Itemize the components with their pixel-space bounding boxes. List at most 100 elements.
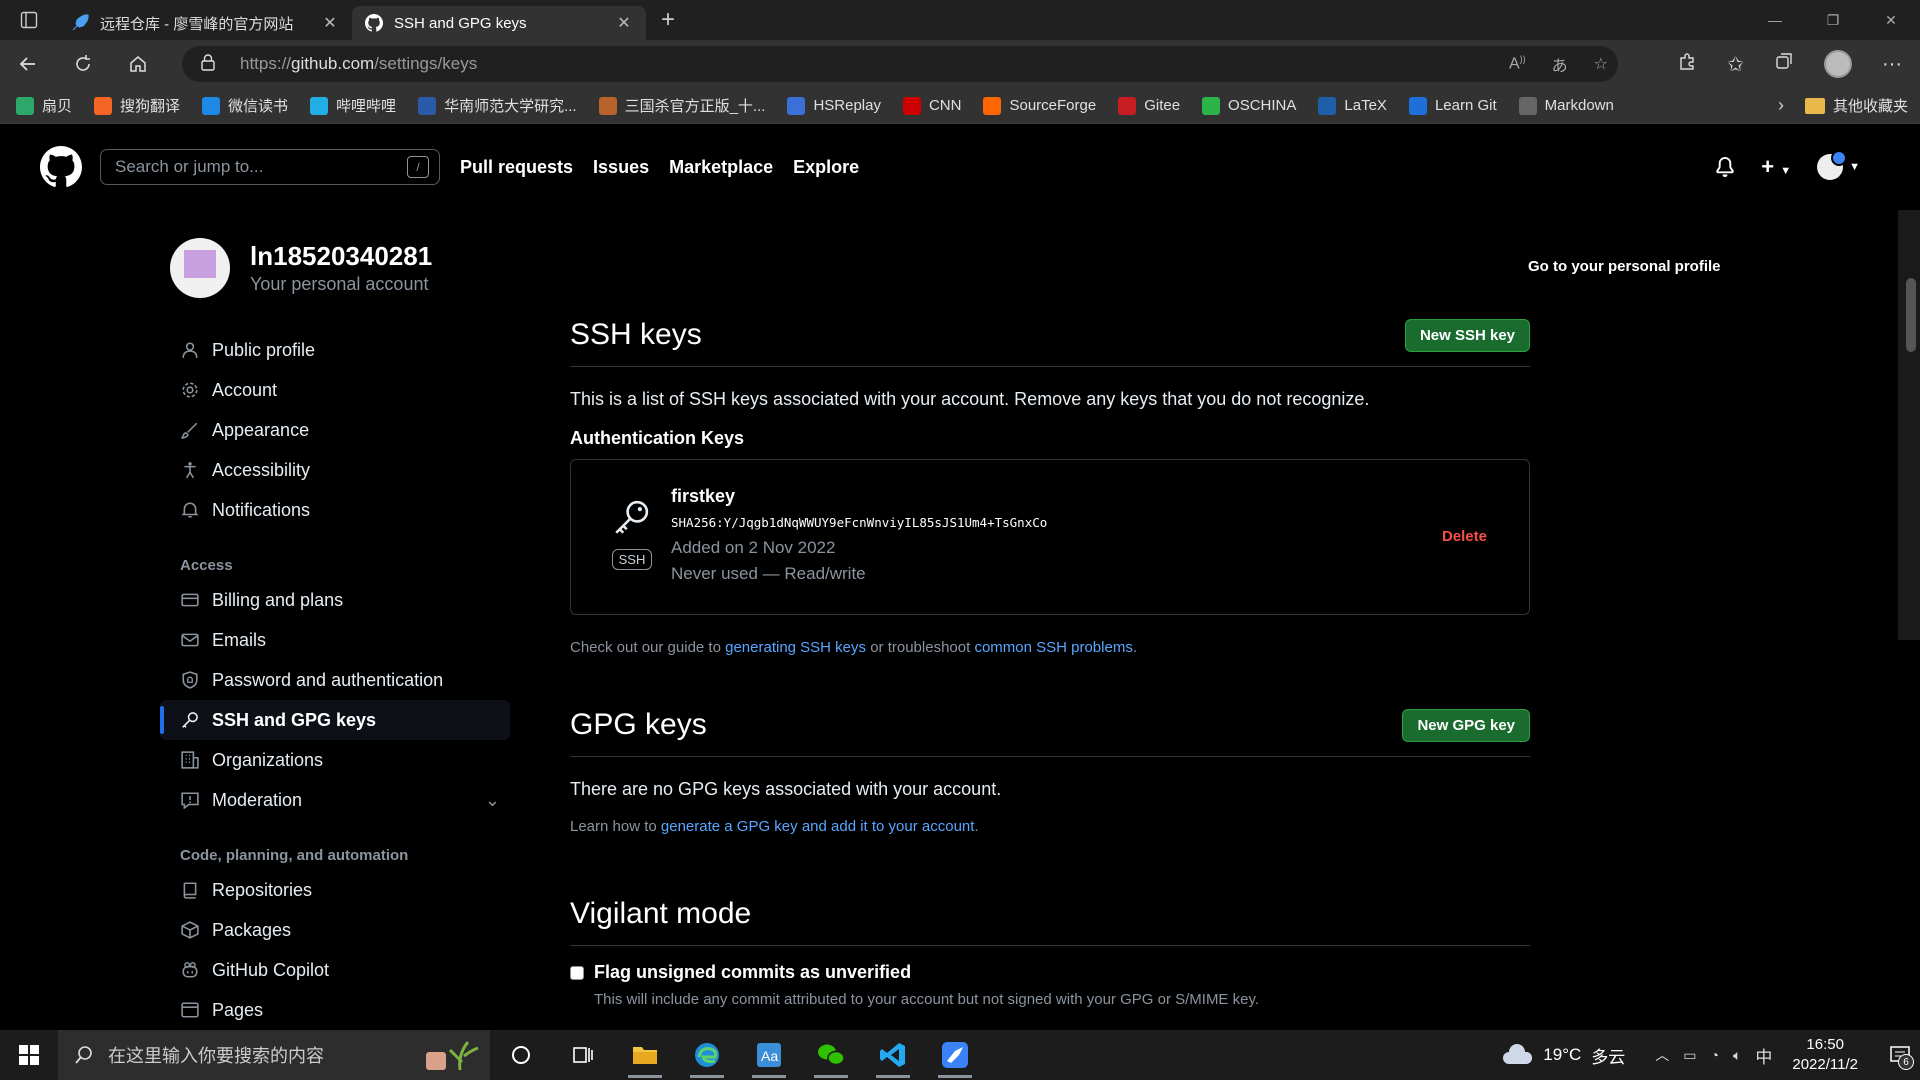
ime-indicator[interactable]: 中 bbox=[1755, 1043, 1772, 1068]
bookmark-favicon-icon bbox=[787, 96, 806, 115]
favorites-icon[interactable]: ✩ bbox=[1727, 52, 1744, 77]
sidebar-item-appearance[interactable]: Appearance bbox=[160, 410, 510, 450]
generate-gpg-key-link[interactable]: generate a GPG key and add it to your ac… bbox=[661, 818, 975, 835]
restore-button[interactable]: ❐ bbox=[1804, 0, 1862, 40]
other-bookmarks-folder[interactable]: 其他收藏夹 bbox=[1804, 95, 1908, 116]
notification-count-badge: 6 bbox=[1898, 1054, 1914, 1070]
minimize-button[interactable]: — bbox=[1746, 0, 1804, 40]
feishu-app-button[interactable] bbox=[924, 1030, 986, 1080]
new-ssh-key-button[interactable]: New SSH key bbox=[1404, 318, 1530, 352]
extensions-icon[interactable] bbox=[1677, 52, 1697, 77]
ssh-key-added-date: Added on 2 Nov 2022 bbox=[671, 538, 836, 557]
back-button[interactable] bbox=[0, 40, 55, 88]
sidebar-item-packages[interactable]: Packages bbox=[160, 910, 510, 950]
nav-explore[interactable]: Explore bbox=[793, 157, 859, 178]
chevron-up-icon[interactable]: ︿ bbox=[1655, 1045, 1669, 1065]
weather-widget[interactable]: 19°C 多云 bbox=[1501, 1043, 1625, 1068]
page-scrollbar-thumb[interactable] bbox=[1906, 278, 1916, 352]
sidebar-item-emails[interactable]: Emails bbox=[160, 620, 510, 660]
page-scrollbar[interactable] bbox=[1898, 210, 1920, 640]
profile-username[interactable]: ln18520340281 bbox=[250, 241, 432, 272]
bookmark-item[interactable]: 三国杀官方正版_十... bbox=[598, 95, 765, 116]
bookmark-item[interactable]: 哔哩哔哩 bbox=[310, 95, 396, 116]
sidebar-item-repositories[interactable]: Repositories bbox=[160, 870, 510, 910]
user-menu-button[interactable]: ▼ bbox=[1817, 150, 1860, 180]
nav-pull-requests[interactable]: Pull requests bbox=[460, 157, 573, 178]
common-ssh-problems-link[interactable]: common SSH problems bbox=[974, 639, 1132, 656]
bookmark-item[interactable]: 华南师范大学研究... bbox=[418, 95, 577, 116]
sidebar-item-pages[interactable]: Pages bbox=[160, 990, 510, 1030]
translate-icon[interactable]: あ bbox=[1552, 52, 1568, 76]
sidebar-item-password-and-authentication[interactable]: Password and authentication bbox=[160, 660, 510, 700]
bookmark-item[interactable]: CNN bbox=[902, 96, 961, 115]
go-to-personal-profile-button[interactable]: Go to your personal profile bbox=[1528, 258, 1721, 275]
new-tab-button[interactable]: + bbox=[646, 0, 690, 40]
new-gpg-key-button[interactable]: New GPG key bbox=[1402, 708, 1530, 742]
sidebar-item-ssh-and-gpg-keys[interactable]: SSH and GPG keys bbox=[160, 700, 510, 740]
cortana-button[interactable] bbox=[490, 1030, 552, 1080]
bookmark-item[interactable]: OSCHINA bbox=[1202, 96, 1296, 115]
wechat-button[interactable] bbox=[800, 1030, 862, 1080]
close-icon[interactable]: ✕ bbox=[320, 13, 340, 33]
close-window-button[interactable]: ✕ bbox=[1862, 0, 1920, 40]
sidebar-item-github-copilot[interactable]: GitHub Copilot bbox=[160, 950, 510, 990]
task-view-button[interactable] bbox=[552, 1030, 614, 1080]
generating-ssh-keys-link[interactable]: generating SSH keys bbox=[725, 639, 866, 656]
browser-tab-1[interactable]: SSH and GPG keys ✕ bbox=[352, 6, 646, 40]
chevron-down-icon: ▼ bbox=[1780, 165, 1792, 177]
sidebar-item-public-profile[interactable]: Public profile bbox=[160, 330, 510, 370]
nav-marketplace[interactable]: Marketplace bbox=[669, 157, 773, 178]
battery-icon[interactable]: ▭ bbox=[1683, 1047, 1696, 1064]
tab-actions-button[interactable] bbox=[0, 0, 58, 40]
volume-icon[interactable]: 🔈︎ bbox=[1733, 1047, 1741, 1064]
read-aloud-icon[interactable]: A)) bbox=[1509, 54, 1526, 73]
flag-unsigned-commits-label[interactable]: Flag unsigned commits as unverified bbox=[594, 962, 911, 983]
browser-tab-0[interactable]: 远程仓库 - 廖雪峰的官方网站 ✕ bbox=[58, 6, 352, 40]
file-explorer-button[interactable] bbox=[614, 1030, 676, 1080]
refresh-button[interactable] bbox=[55, 40, 110, 88]
url-field[interactable]: https://github.com/settings/keys A)) あ ☆ bbox=[182, 46, 1618, 82]
github-logo-icon[interactable] bbox=[40, 146, 82, 188]
sidebar-item-account[interactable]: Account bbox=[160, 370, 510, 410]
start-button[interactable] bbox=[0, 1030, 58, 1080]
close-icon[interactable]: ✕ bbox=[614, 13, 634, 33]
bookmark-item[interactable]: SourceForge bbox=[983, 96, 1096, 115]
sidebar-item-label: Appearance bbox=[212, 419, 310, 440]
taskbar-search-input[interactable]: 在这里输入你要搜索的内容 bbox=[58, 1030, 490, 1080]
bookmarks-overflow-icon[interactable]: › bbox=[1778, 95, 1784, 116]
sidebar-item-notifications[interactable]: Notifications bbox=[160, 490, 510, 530]
sidebar-item-organizations[interactable]: Organizations bbox=[160, 740, 510, 780]
dictionary-app-button[interactable]: Aa bbox=[738, 1030, 800, 1080]
bookmark-item[interactable]: HSReplay bbox=[787, 96, 881, 115]
wifi-icon[interactable]: ◔ bbox=[1711, 1047, 1719, 1063]
bookmark-item[interactable]: Gitee bbox=[1118, 96, 1180, 115]
bookmark-item[interactable]: LaTeX bbox=[1318, 96, 1387, 115]
sidebar-item-billing-and-plans[interactable]: Billing and plans bbox=[160, 580, 510, 620]
vscode-button[interactable] bbox=[862, 1030, 924, 1080]
bookmark-item[interactable]: Learn Git bbox=[1408, 96, 1497, 115]
bookmark-item[interactable]: 扇贝 bbox=[16, 95, 72, 116]
edge-button[interactable] bbox=[676, 1030, 738, 1080]
nav-issues[interactable]: Issues bbox=[593, 157, 649, 178]
more-menu-icon[interactable]: ··· bbox=[1882, 53, 1902, 76]
create-new-button[interactable]: + ▼ bbox=[1761, 154, 1791, 180]
sidebar-item-accessibility[interactable]: Accessibility bbox=[160, 450, 510, 490]
collections-icon[interactable] bbox=[1774, 52, 1794, 77]
flag-unsigned-commits-checkbox[interactable] bbox=[570, 965, 584, 980]
github-search-input[interactable]: Search or jump to... / bbox=[100, 149, 440, 185]
bookmark-label: Markdown bbox=[1544, 97, 1614, 114]
add-favorite-icon[interactable]: ☆ bbox=[1594, 54, 1608, 74]
sidebar-item-moderation[interactable]: Moderation ⌄ bbox=[160, 780, 510, 820]
ssh-key-visual: SSH bbox=[611, 496, 653, 570]
notification-center-button[interactable]: 6 bbox=[1880, 1030, 1920, 1080]
bookmark-item[interactable]: 搜狗翻译 bbox=[94, 95, 180, 116]
clock[interactable]: 16:50 2022/11/2 bbox=[1792, 1035, 1858, 1075]
avatar[interactable] bbox=[170, 238, 230, 298]
chevron-down-icon[interactable]: ⌄ bbox=[485, 790, 500, 811]
bell-icon[interactable] bbox=[1715, 157, 1735, 177]
home-button[interactable] bbox=[110, 40, 165, 88]
bookmark-item[interactable]: Markdown bbox=[1518, 96, 1614, 115]
delete-ssh-key-button[interactable]: Delete bbox=[1442, 528, 1487, 545]
browser-profile-avatar[interactable] bbox=[1824, 50, 1853, 78]
bookmark-item[interactable]: 微信读书 bbox=[202, 95, 288, 116]
